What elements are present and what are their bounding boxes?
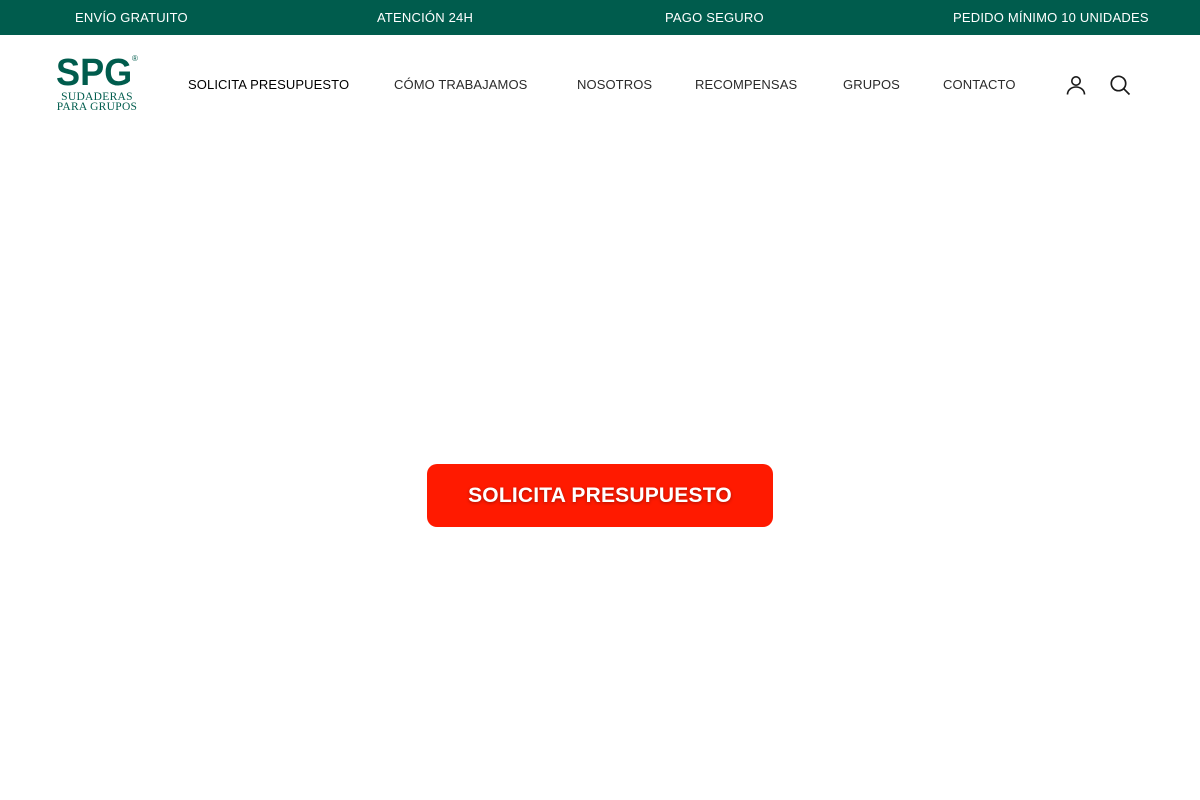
- nav-grupos[interactable]: GRUPOS: [843, 35, 900, 135]
- nav-solicita-presupuesto[interactable]: SOLICITA PRESUPUESTO: [188, 35, 349, 135]
- search-icon[interactable]: [1108, 73, 1132, 97]
- nav-contacto[interactable]: CONTACTO: [943, 35, 1016, 135]
- logo-mark: SPG: [56, 52, 133, 94]
- site-header: SPG ® SUDADERAS PARA GRUPOS SOLICITA PRE…: [0, 35, 1200, 135]
- solicita-presupuesto-button[interactable]: SOLICITA PRESUPUESTO: [427, 464, 773, 527]
- announcement-secure-payment: PAGO SEGURO: [665, 10, 764, 25]
- account-icon[interactable]: [1064, 73, 1088, 97]
- logo-registered: ®: [132, 54, 138, 63]
- site-logo[interactable]: SPG ® SUDADERAS PARA GRUPOS: [53, 53, 141, 115]
- logo-line-2: PARA GRUPOS: [56, 101, 138, 113]
- nav-nosotros[interactable]: NOSOTROS: [577, 35, 652, 135]
- announcement-minimum-order: PEDIDO MÍNIMO 10 UNIDADES: [953, 10, 1149, 25]
- announcement-bar: ENVÍO GRATUITO ATENCIÓN 24H PAGO SEGURO …: [0, 0, 1200, 35]
- nav-como-trabajamos[interactable]: CÓMO TRABAJAMOS: [394, 35, 527, 135]
- announcement-support-24h: ATENCIÓN 24H: [377, 10, 474, 25]
- announcement-free-shipping: ENVÍO GRATUITO: [75, 10, 188, 25]
- nav-recompensas[interactable]: RECOMPENSAS: [695, 35, 797, 135]
